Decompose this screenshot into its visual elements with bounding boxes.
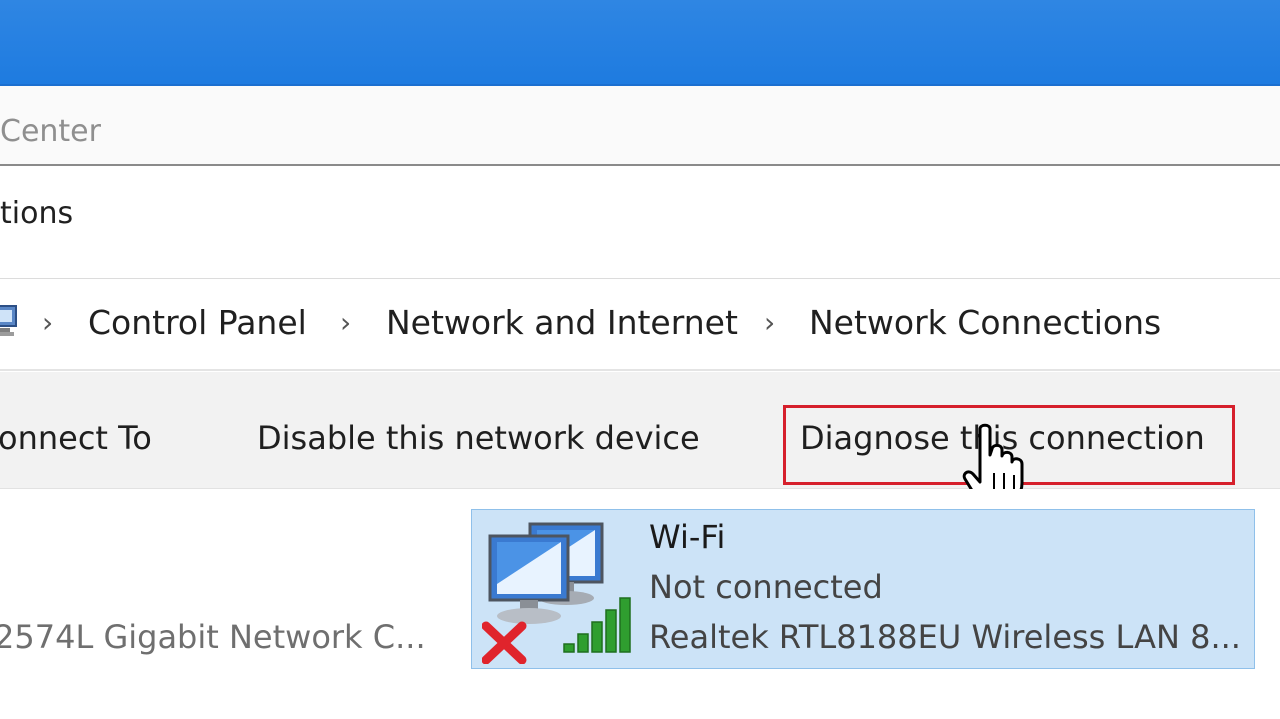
title-bar-text-area xyxy=(0,86,1280,166)
network-control-panel-icon xyxy=(0,305,17,336)
signal-bars-icon xyxy=(563,597,631,653)
wifi-connection-name: Wi-Fi xyxy=(649,518,726,556)
ribbon xyxy=(0,166,1280,279)
breadcrumb-network-connections[interactable]: Network Connections xyxy=(809,303,1161,342)
breadcrumb-network-and-internet[interactable]: Network and Internet xyxy=(386,303,738,342)
ethernet-device-name: 2574L Gigabit Network C... xyxy=(0,618,426,656)
wifi-connection-status: Not connected xyxy=(649,568,883,606)
wireless-network-adapter-icon xyxy=(482,522,631,664)
disable-network-device-button[interactable]: Disable this network device xyxy=(257,419,700,457)
ribbon-tab-options[interactable]: tions xyxy=(0,196,73,231)
window-titlebar xyxy=(0,0,1280,84)
monitor-icon xyxy=(488,534,570,624)
breadcrumb-separator[interactable]: › xyxy=(42,306,53,339)
window-title: Center xyxy=(0,114,101,149)
breadcrumb-separator[interactable]: › xyxy=(764,306,775,339)
connect-to-button[interactable]: onnect To xyxy=(0,419,152,457)
wifi-device-name: Realtek RTL8188EU Wireless LAN 8... xyxy=(649,618,1241,656)
breadcrumb-control-panel[interactable]: Control Panel xyxy=(88,303,307,342)
red-x-disconnected-icon xyxy=(482,621,527,664)
breadcrumb-separator[interactable]: › xyxy=(340,306,351,339)
